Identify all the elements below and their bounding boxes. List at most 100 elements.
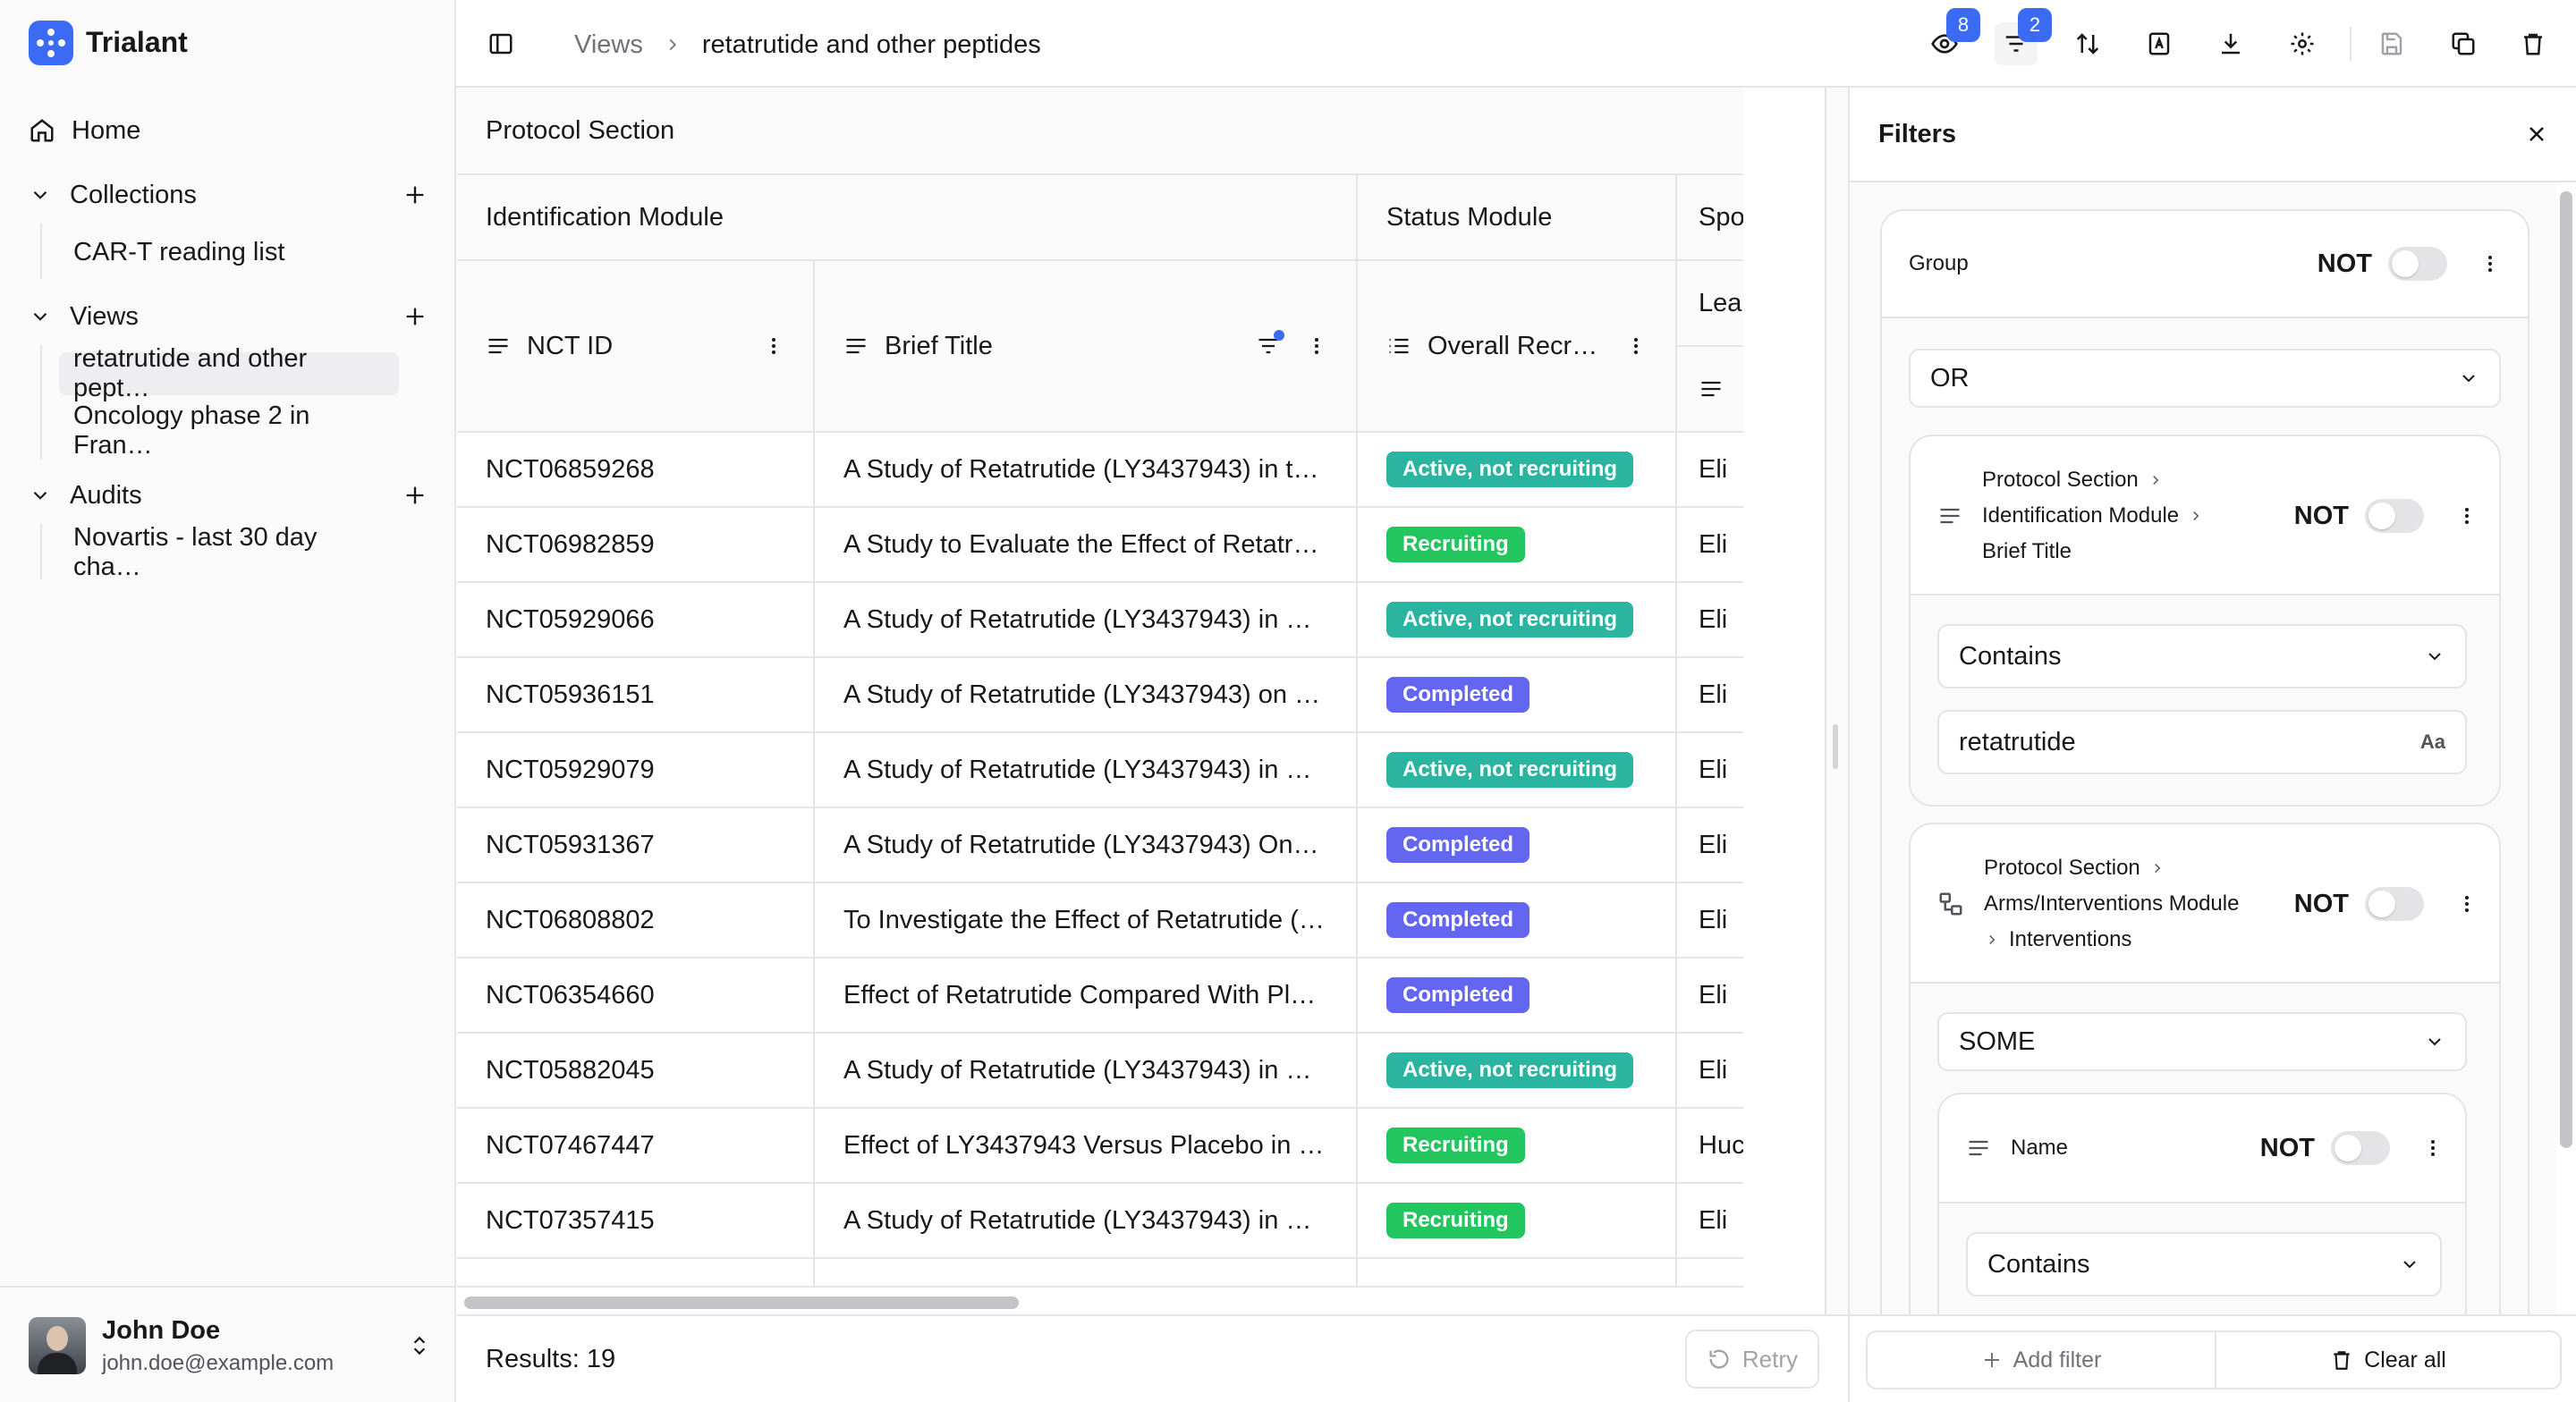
filters-scrollbar-thumb[interactable] [2560, 191, 2572, 1148]
more-vertical-icon[interactable] [763, 335, 784, 357]
filter-button[interactable]: 2 [1995, 8, 2052, 65]
chevron-right-icon [2193, 511, 2199, 521]
settings-button[interactable] [2281, 22, 2324, 65]
filter-count-badge: 2 [2018, 8, 2052, 42]
nct-id[interactable]: NCT05882045 [486, 1056, 655, 1085]
panel-resize-handle[interactable] [1825, 88, 1848, 1314]
condition-select[interactable]: Contains [1966, 1232, 2442, 1296]
column-header-nct-id[interactable]: NCT ID [457, 261, 815, 433]
cell-nct-id: NCT05931367 [457, 808, 815, 883]
nct-id[interactable]: NCT05931367 [486, 831, 655, 860]
sidebar-section-collections[interactable]: Collections [29, 173, 428, 216]
clear-all-button[interactable]: Clear all [2215, 1330, 2562, 1389]
input-value: retatrutide [1959, 727, 2076, 756]
filter-card-brief-title: Protocol Section Identification Module B… [1909, 435, 2501, 807]
lead-sponsor: Eli [1699, 980, 1728, 1009]
sidebar-item-view-active[interactable]: retatrutide and other pept… [59, 344, 399, 402]
match-case-icon[interactable]: Aa [2420, 731, 2445, 754]
quantifier-select[interactable]: SOME [1937, 1012, 2467, 1071]
duplicate-button[interactable] [2442, 22, 2485, 65]
status-badge: Completed [1386, 902, 1530, 938]
nct-id[interactable]: NCT07357415 [486, 1206, 655, 1236]
cell-status: Active, not recruiting [1358, 733, 1677, 808]
nct-id[interactable]: NCT05929079 [486, 756, 655, 785]
cell-sponsor: Eli [1677, 1034, 1743, 1109]
close-icon[interactable] [2524, 122, 2549, 147]
table-row[interactable]: NCT05936151 A Study of Retatrutide (LY343… [457, 658, 1743, 733]
column-label: Overall Recr… [1428, 331, 1598, 360]
column-header-overall-recruitment[interactable]: Overall Recr… [1358, 261, 1677, 433]
breadcrumb: Views retatrutide and other peptides [574, 27, 1041, 63]
filter-header: Name NOT [1966, 1112, 2444, 1184]
table-row[interactable]: NCT05929079 A Study of Retatrutide (LY343… [457, 733, 1743, 808]
plus-icon[interactable] [402, 304, 428, 329]
more-vertical-icon[interactable] [2456, 505, 2478, 527]
text-box-icon [2148, 32, 2170, 55]
nct-id[interactable]: NCT05929066 [486, 605, 655, 635]
lead-sponsor: Eli [1699, 529, 1728, 559]
filter-not-toggle[interactable] [2365, 499, 2424, 533]
cell-brief-title: A Study of Retatrutide (LY3437943) in Pa… [815, 1184, 1358, 1259]
group-not-toggle[interactable] [2388, 247, 2447, 281]
user-menu[interactable]: John Doe john.doe@example.com [29, 1311, 431, 1381]
group-operator-select[interactable]: OR [1909, 349, 2501, 408]
text-format-button[interactable] [2138, 22, 2181, 65]
more-vertical-icon[interactable] [2456, 893, 2478, 915]
plus-icon[interactable] [402, 483, 428, 508]
path-segment: Brief Title [1982, 539, 2072, 563]
column-header-lead-sponsor[interactable]: Lea [1677, 261, 1743, 347]
filter-value-input[interactable]: retatrutide Aa [1937, 710, 2467, 774]
cell-sponsor: Eli [1677, 583, 1743, 658]
filters-scroll-track[interactable] [2556, 188, 2576, 1314]
table-row[interactable]: NCT06859268 A Study of Retatrutide (LY343… [457, 433, 1743, 508]
table-row[interactable]: NCT06982859 A Study to Evaluate the Effec… [457, 508, 1743, 583]
table-row[interactable]: NCT07357415 A Study of Retatrutide (LY343… [457, 1184, 1743, 1259]
column-filter-indicator[interactable] [1256, 330, 1284, 359]
sidebar-item-audit[interactable]: Novartis - last 30 day cha… [59, 523, 399, 581]
table-row[interactable]: NCT05931367 A Study of Retatrutide (LY343… [457, 808, 1743, 883]
plus-icon[interactable] [402, 182, 428, 207]
sidebar-item-view[interactable]: Oncology phase 2 in Fran… [59, 401, 399, 460]
table-row[interactable]: NCT05882045 A Study of Retatrutide (LY343… [457, 1034, 1743, 1109]
delete-button[interactable] [2512, 22, 2555, 65]
filter-not-toggle[interactable] [2331, 1131, 2390, 1165]
save-button[interactable] [2370, 22, 2413, 65]
nct-id[interactable]: NCT06859268 [486, 455, 655, 485]
visible-columns-button[interactable]: 8 [1923, 8, 1980, 65]
column-header-brief-title[interactable]: Brief Title [815, 261, 1358, 433]
filter-not-toggle[interactable] [2365, 887, 2424, 921]
horizontal-scrollbar-thumb[interactable] [464, 1296, 1019, 1309]
toggle-sidebar-button[interactable] [479, 22, 522, 65]
breadcrumb-root[interactable]: Views [574, 30, 643, 60]
chevron-down-icon [33, 312, 47, 321]
sidebar-item-collection[interactable]: CAR-T reading list [59, 231, 399, 274]
table-row[interactable]: NCT07467447 Effect of LY3437943 Versus Pl… [457, 1109, 1743, 1184]
nct-id[interactable]: NCT05936151 [486, 680, 655, 710]
more-vertical-icon[interactable] [2422, 1137, 2444, 1159]
condition-select[interactable]: Contains [1937, 624, 2467, 688]
table-row[interactable]: NCT06808802 To Investigate the Effect of … [457, 883, 1743, 959]
more-vertical-icon[interactable] [1625, 335, 1647, 357]
cell-status: Active, not recruiting [1358, 583, 1677, 658]
horizontal-scroll-track[interactable] [457, 1286, 1743, 1314]
nct-id[interactable]: NCT06808802 [486, 906, 655, 935]
brief-title: A Study of Retatrutide (LY3437943) in Pa… [843, 1055, 1327, 1085]
clear-all-label: Clear all [2364, 1347, 2446, 1372]
nct-id[interactable]: NCT06354660 [486, 981, 655, 1010]
nct-id[interactable]: NCT07467447 [486, 1131, 655, 1161]
add-filter-button[interactable]: Add filter [1866, 1330, 2215, 1389]
sort-button[interactable] [2066, 22, 2109, 65]
retry-button[interactable]: Retry [1684, 1330, 1819, 1389]
sidebar-section-views[interactable]: Views [29, 295, 428, 338]
nct-id[interactable]: NCT06982859 [486, 530, 655, 560]
cell-sponsor: Eli [1677, 508, 1743, 583]
brief-title: A Study of Retatrutide (LY3437943) in Pa… [843, 755, 1327, 784]
download-button[interactable] [2209, 22, 2252, 65]
sidebar-item-home[interactable]: Home [29, 109, 428, 152]
sidebar-section-audits[interactable]: Audits [29, 474, 428, 517]
column-header-lead-sponsor-name[interactable] [1677, 347, 1743, 433]
table-row[interactable]: NCT05929066 A Study of Retatrutide (LY343… [457, 583, 1743, 658]
table-row[interactable]: NCT06354660 Effect of Retatrutide Compare… [457, 959, 1743, 1034]
more-vertical-icon[interactable] [1306, 335, 1327, 357]
more-vertical-icon[interactable] [2479, 253, 2501, 274]
